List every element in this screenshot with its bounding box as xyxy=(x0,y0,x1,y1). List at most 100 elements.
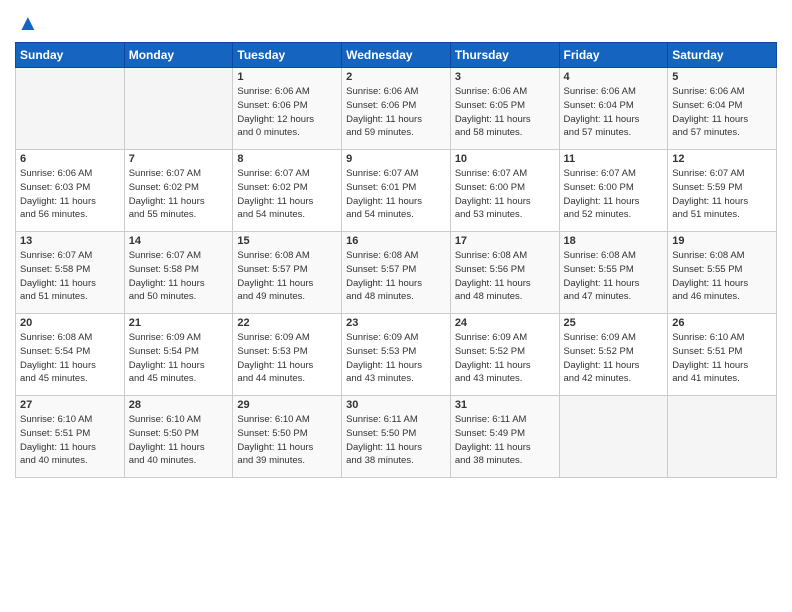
day-number: 6 xyxy=(20,153,120,165)
cell-info: Sunrise: 6:10 AM Sunset: 5:51 PM Dayligh… xyxy=(672,331,772,386)
cell-info: Sunrise: 6:09 AM Sunset: 5:53 PM Dayligh… xyxy=(237,331,337,386)
day-number: 7 xyxy=(129,153,229,165)
day-number: 28 xyxy=(129,399,229,411)
day-number: 4 xyxy=(564,71,664,83)
calendar-cell: 26 Sunrise: 6:10 AM Sunset: 5:51 PM Dayli… xyxy=(668,314,777,396)
calendar-cell: 18 Sunrise: 6:08 AM Sunset: 5:55 PM Dayli… xyxy=(559,232,668,314)
week-row: 6 Sunrise: 6:06 AM Sunset: 6:03 PM Daylig… xyxy=(16,150,777,232)
cell-info: Sunrise: 6:07 AM Sunset: 6:00 PM Dayligh… xyxy=(564,167,664,222)
day-number: 10 xyxy=(455,153,555,165)
logo: ▲ xyxy=(15,10,39,36)
calendar-cell: 19 Sunrise: 6:08 AM Sunset: 5:55 PM Dayli… xyxy=(668,232,777,314)
calendar-cell: 27Sunrise: 6:10 AM Sunset: 5:51 PM Dayli… xyxy=(16,396,125,478)
calendar-cell: 12Sunrise: 6:07 AM Sunset: 5:59 PM Dayli… xyxy=(668,150,777,232)
cell-info: Sunrise: 6:09 AM Sunset: 5:52 PM Dayligh… xyxy=(564,331,664,386)
day-number: 1 xyxy=(237,71,337,83)
cell-info: Sunrise: 6:08 AM Sunset: 5:57 PM Dayligh… xyxy=(346,249,446,304)
day-number: 25 xyxy=(564,317,664,329)
cell-info: Sunrise: 6:08 AM Sunset: 5:55 PM Dayligh… xyxy=(672,249,772,304)
calendar-cell: 11 Sunrise: 6:07 AM Sunset: 6:00 PM Dayli… xyxy=(559,150,668,232)
calendar-cell: 13 Sunrise: 6:07 AM Sunset: 5:58 PM Dayli… xyxy=(16,232,125,314)
calendar-cell: 15 Sunrise: 6:08 AM Sunset: 5:57 PM Dayli… xyxy=(233,232,342,314)
calendar-cell: 8 Sunrise: 6:07 AM Sunset: 6:02 PM Daylig… xyxy=(233,150,342,232)
day-number: 26 xyxy=(672,317,772,329)
calendar-cell: 10 Sunrise: 6:07 AM Sunset: 6:00 PM Dayli… xyxy=(450,150,559,232)
day-header-wednesday: Wednesday xyxy=(342,43,451,68)
calendar-cell: 9 Sunrise: 6:07 AM Sunset: 6:01 PM Daylig… xyxy=(342,150,451,232)
calendar-cell: 2 Sunrise: 6:06 AM Sunset: 6:06 PM Daylig… xyxy=(342,68,451,150)
cell-info: Sunrise: 6:11 AM Sunset: 5:50 PM Dayligh… xyxy=(346,413,446,468)
calendar-cell xyxy=(559,396,668,478)
day-header-monday: Monday xyxy=(124,43,233,68)
cell-info: Sunrise: 6:06 AM Sunset: 6:06 PM Dayligh… xyxy=(237,85,337,140)
calendar-cell: 17Sunrise: 6:08 AM Sunset: 5:56 PM Dayli… xyxy=(450,232,559,314)
day-number: 20 xyxy=(20,317,120,329)
calendar-cell: 5Sunrise: 6:06 AM Sunset: 6:04 PM Daylig… xyxy=(668,68,777,150)
calendar-cell xyxy=(124,68,233,150)
cell-info: Sunrise: 6:06 AM Sunset: 6:04 PM Dayligh… xyxy=(564,85,664,140)
cell-info: Sunrise: 6:07 AM Sunset: 6:02 PM Dayligh… xyxy=(237,167,337,222)
calendar-cell: 24Sunrise: 6:09 AM Sunset: 5:52 PM Dayli… xyxy=(450,314,559,396)
cell-info: Sunrise: 6:06 AM Sunset: 6:06 PM Dayligh… xyxy=(346,85,446,140)
day-number: 11 xyxy=(564,153,664,165)
calendar-cell: 23 Sunrise: 6:09 AM Sunset: 5:53 PM Dayli… xyxy=(342,314,451,396)
calendar-cell: 29 Sunrise: 6:10 AM Sunset: 5:50 PM Dayli… xyxy=(233,396,342,478)
cell-info: Sunrise: 6:06 AM Sunset: 6:03 PM Dayligh… xyxy=(20,167,120,222)
week-row: 13 Sunrise: 6:07 AM Sunset: 5:58 PM Dayli… xyxy=(16,232,777,314)
cell-info: Sunrise: 6:07 AM Sunset: 6:00 PM Dayligh… xyxy=(455,167,555,222)
header-row: SundayMondayTuesdayWednesdayThursdayFrid… xyxy=(16,43,777,68)
calendar-cell: 22 Sunrise: 6:09 AM Sunset: 5:53 PM Dayli… xyxy=(233,314,342,396)
calendar-cell xyxy=(16,68,125,150)
week-row: 20 Sunrise: 6:08 AM Sunset: 5:54 PM Dayli… xyxy=(16,314,777,396)
day-header-friday: Friday xyxy=(559,43,668,68)
cell-info: Sunrise: 6:07 AM Sunset: 5:58 PM Dayligh… xyxy=(20,249,120,304)
cell-info: Sunrise: 6:08 AM Sunset: 5:56 PM Dayligh… xyxy=(455,249,555,304)
day-number: 19 xyxy=(672,235,772,247)
cell-info: Sunrise: 6:08 AM Sunset: 5:55 PM Dayligh… xyxy=(564,249,664,304)
calendar-cell: 16 Sunrise: 6:08 AM Sunset: 5:57 PM Dayli… xyxy=(342,232,451,314)
day-number: 16 xyxy=(346,235,446,247)
calendar-cell: 30 Sunrise: 6:11 AM Sunset: 5:50 PM Dayli… xyxy=(342,396,451,478)
day-header-saturday: Saturday xyxy=(668,43,777,68)
calendar-cell: 25 Sunrise: 6:09 AM Sunset: 5:52 PM Dayli… xyxy=(559,314,668,396)
calendar-cell: 20 Sunrise: 6:08 AM Sunset: 5:54 PM Dayli… xyxy=(16,314,125,396)
cell-info: Sunrise: 6:08 AM Sunset: 5:57 PM Dayligh… xyxy=(237,249,337,304)
cell-info: Sunrise: 6:08 AM Sunset: 5:54 PM Dayligh… xyxy=(20,331,120,386)
calendar-cell xyxy=(668,396,777,478)
calendar-cell: 1 Sunrise: 6:06 AM Sunset: 6:06 PM Daylig… xyxy=(233,68,342,150)
calendar-cell: 4 Sunrise: 6:06 AM Sunset: 6:04 PM Daylig… xyxy=(559,68,668,150)
calendar-cell: 28 Sunrise: 6:10 AM Sunset: 5:50 PM Dayli… xyxy=(124,396,233,478)
day-number: 2 xyxy=(346,71,446,83)
day-header-thursday: Thursday xyxy=(450,43,559,68)
header: ▲ xyxy=(15,10,777,36)
week-row: 1 Sunrise: 6:06 AM Sunset: 6:06 PM Daylig… xyxy=(16,68,777,150)
cell-info: Sunrise: 6:07 AM Sunset: 6:01 PM Dayligh… xyxy=(346,167,446,222)
day-number: 29 xyxy=(237,399,337,411)
cell-info: Sunrise: 6:09 AM Sunset: 5:54 PM Dayligh… xyxy=(129,331,229,386)
day-number: 3 xyxy=(455,71,555,83)
day-number: 22 xyxy=(237,317,337,329)
day-number: 9 xyxy=(346,153,446,165)
day-number: 27 xyxy=(20,399,120,411)
calendar-cell: 21 Sunrise: 6:09 AM Sunset: 5:54 PM Dayli… xyxy=(124,314,233,396)
day-number: 31 xyxy=(455,399,555,411)
cell-info: Sunrise: 6:10 AM Sunset: 5:50 PM Dayligh… xyxy=(129,413,229,468)
calendar-table: SundayMondayTuesdayWednesdayThursdayFrid… xyxy=(15,42,777,478)
cell-info: Sunrise: 6:09 AM Sunset: 5:53 PM Dayligh… xyxy=(346,331,446,386)
calendar-cell: 3Sunrise: 6:06 AM Sunset: 6:05 PM Daylig… xyxy=(450,68,559,150)
day-number: 14 xyxy=(129,235,229,247)
day-number: 15 xyxy=(237,235,337,247)
day-number: 5 xyxy=(672,71,772,83)
cell-info: Sunrise: 6:07 AM Sunset: 6:02 PM Dayligh… xyxy=(129,167,229,222)
day-number: 21 xyxy=(129,317,229,329)
day-number: 13 xyxy=(20,235,120,247)
cell-info: Sunrise: 6:11 AM Sunset: 5:49 PM Dayligh… xyxy=(455,413,555,468)
day-number: 23 xyxy=(346,317,446,329)
logo-icon: ▲ xyxy=(17,10,39,36)
day-number: 30 xyxy=(346,399,446,411)
day-number: 12 xyxy=(672,153,772,165)
day-number: 8 xyxy=(237,153,337,165)
day-number: 18 xyxy=(564,235,664,247)
week-row: 27Sunrise: 6:10 AM Sunset: 5:51 PM Dayli… xyxy=(16,396,777,478)
cell-info: Sunrise: 6:10 AM Sunset: 5:50 PM Dayligh… xyxy=(237,413,337,468)
